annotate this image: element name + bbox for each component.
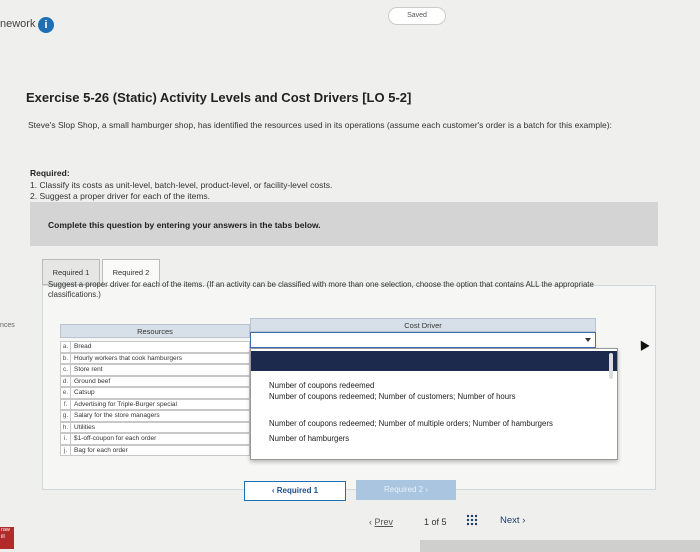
row-resource: Advertising for Triple-Burger special: [74, 400, 177, 408]
page: nework i Saved Exercise 5-26 (Static) Ac…: [0, 0, 700, 552]
table-row: b. Hourly workers that cook hamburgers: [60, 352, 250, 364]
instruction-box: Complete this question by entering your …: [30, 202, 658, 246]
row-letter: g.: [61, 411, 71, 421]
row-resource: Ground beef: [74, 377, 111, 385]
table-row: h. Utilities: [60, 421, 250, 433]
row-letter: i.: [61, 434, 71, 444]
grid-icon[interactable]: [466, 514, 478, 526]
row-resource: Utilities: [74, 423, 95, 431]
row-resource: Store rent: [74, 366, 103, 373]
row-letter: b.: [61, 353, 71, 364]
row-letter: f.: [61, 399, 71, 410]
dropdown-option[interactable]: Number of coupons redeemed; Number of mu…: [269, 419, 553, 428]
prev-required-button[interactable]: ‹ Required 1: [244, 481, 346, 501]
row-letter: d.: [61, 376, 71, 387]
brand-fragment: nework: [0, 18, 36, 30]
chevron-right-icon: ›: [425, 485, 429, 494]
left-edge-text: nces: [0, 322, 15, 329]
exercise-intro: Steve's Slop Shop, a small hamburger sho…: [28, 120, 612, 130]
table-row: a. Bread: [60, 341, 250, 353]
table-row: i. $1-off-coupon for each order: [60, 433, 250, 445]
row-letter: a.: [61, 342, 71, 352]
required-list: 1. Classify its costs as unit-level, bat…: [30, 180, 332, 202]
row-letter: e.: [61, 388, 71, 398]
cost-driver-header: Cost Driver: [250, 318, 596, 332]
app-badge-label: raw ill: [1, 527, 10, 540]
chevron-left-icon: ‹: [369, 517, 372, 527]
pager-prev-label: Prev: [374, 517, 394, 527]
row-letter: h.: [61, 422, 71, 433]
cost-driver-select[interactable]: [250, 332, 596, 348]
next-required-button[interactable]: Required 2 ›: [356, 480, 456, 500]
dropdown-option[interactable]: Number of coupons redeemed; Number of cu…: [269, 392, 516, 401]
dropdown-option[interactable]: Number of hamburgers: [269, 434, 349, 443]
info-icon[interactable]: i: [38, 17, 54, 33]
top-bar: nework i Saved: [0, 0, 700, 46]
dropdown-highlight-option[interactable]: [251, 351, 617, 371]
dropdown-scrollbar[interactable]: [609, 353, 613, 379]
row-resource: Salary for the store managers: [74, 412, 160, 419]
table-row: e. Catsup: [60, 387, 250, 399]
cost-driver-dropdown[interactable]: Number of coupons redeemed Number of cou…: [250, 348, 618, 460]
pager-count: 1 of 5: [424, 517, 447, 527]
prev-required-label: Required 1: [276, 486, 319, 495]
required-heading: Required:: [30, 168, 70, 178]
row-resource: Catsup: [74, 389, 95, 396]
required-item: 1. Classify its costs as unit-level, bat…: [30, 180, 333, 190]
pager-next-link[interactable]: Next ›: [500, 515, 525, 526]
chevron-left-icon: ‹: [271, 486, 275, 495]
resources-header: Resources: [60, 324, 250, 338]
instruction-text: Complete this question by entering your …: [48, 220, 321, 230]
table-row: d. Ground beef: [60, 375, 250, 387]
row-resource: Bag for each order: [74, 446, 128, 454]
panel-prompt: Suggest a proper driver for each of the …: [48, 280, 594, 299]
table-row: c. Store rent: [60, 364, 250, 376]
pager-next-label: Next: [500, 515, 520, 526]
row-resource: Bread: [74, 343, 92, 350]
table-row: j. Bag for each order: [60, 444, 250, 456]
pager-prev-link[interactable]: ‹ Prev: [369, 517, 393, 527]
next-required-label: Required 2: [383, 485, 424, 494]
chevron-right-icon: ›: [522, 515, 526, 526]
row-resource: Hourly workers that cook hamburgers: [74, 354, 183, 362]
table-row: f. Advertising for Triple-Burger special: [60, 398, 250, 410]
row-letter: c.: [61, 365, 71, 375]
chevron-down-icon: [585, 338, 591, 342]
row-letter: j.: [61, 445, 71, 456]
table-row: g. Salary for the store managers: [60, 410, 250, 422]
row-resource: $1-off-coupon for each order: [74, 435, 157, 442]
required-item: 2. Suggest a proper driver for each of t…: [30, 191, 211, 201]
dropdown-option[interactable]: Number of coupons redeemed: [269, 381, 374, 390]
saved-status: Saved: [388, 7, 446, 25]
app-badge[interactable]: raw ill: [0, 527, 14, 549]
taskbar: [420, 540, 700, 552]
exercise-title: Exercise 5-26 (Static) Activity Levels a…: [26, 90, 412, 105]
